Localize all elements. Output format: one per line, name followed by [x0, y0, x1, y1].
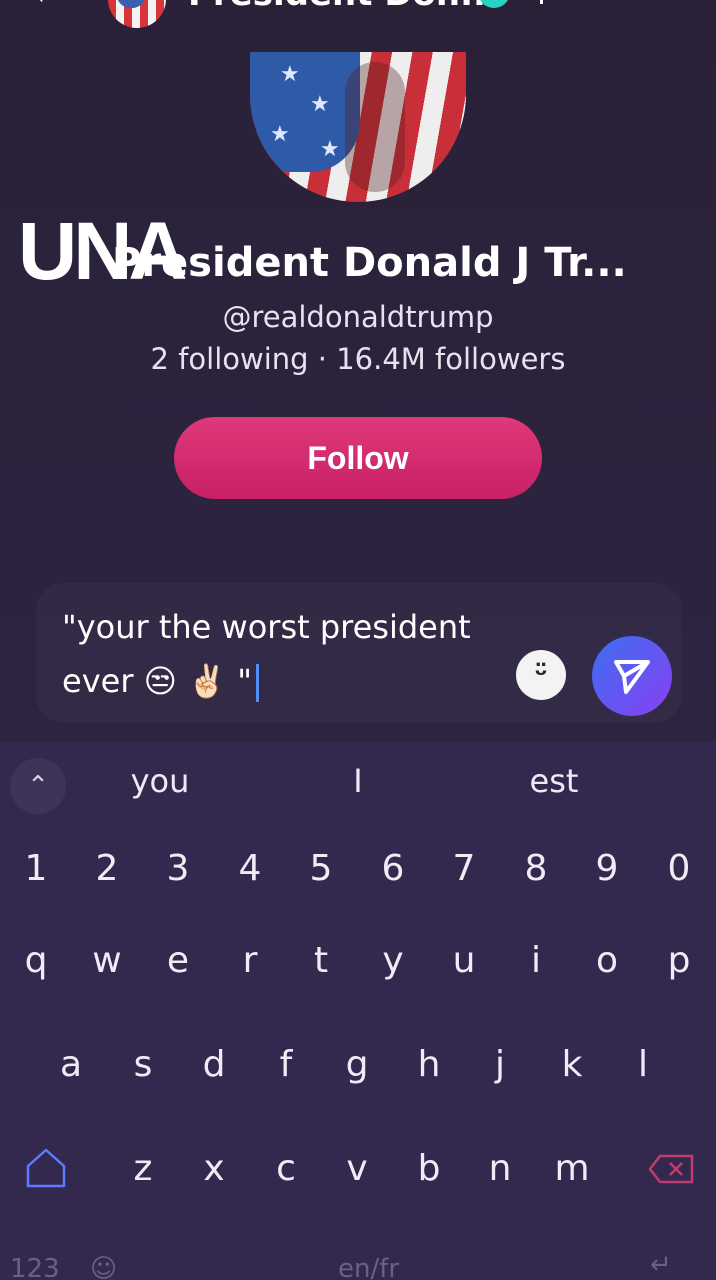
back-chevron-icon[interactable]: ‹ [30, 0, 70, 12]
suggestion-2[interactable]: I [298, 762, 418, 800]
message-line-1: "your the worst president [62, 608, 471, 646]
header-menu-icon[interactable] [540, 0, 600, 4]
header-avatar [108, 0, 166, 28]
emoji-keyboard-icon[interactable]: ☺ [90, 1254, 117, 1280]
message-input[interactable]: "your the worst president ever 😒 ✌🏻 " [62, 600, 502, 708]
key-l[interactable]: l [613, 1044, 673, 1085]
text-cursor [255, 664, 259, 702]
star-icon: ★ [320, 137, 340, 162]
suggestion-3[interactable]: est [494, 762, 614, 800]
key-y[interactable]: y [363, 940, 423, 981]
keyboard-bottom-row: 123 ☺ en/fr ↵ [0, 1242, 716, 1280]
follow-stats: 2 following · 16.4M followers [150, 342, 566, 376]
face-shading [345, 62, 405, 192]
key-j[interactable]: j [470, 1044, 530, 1085]
key-g[interactable]: g [327, 1044, 387, 1085]
key-f[interactable]: f [256, 1044, 316, 1085]
key-h[interactable]: h [399, 1044, 459, 1085]
profile-handle: @realdonaldtrump [222, 300, 494, 334]
star-icon: ★ [270, 122, 290, 147]
backspace-icon[interactable] [648, 1154, 694, 1184]
overlay-text: UNA [18, 206, 188, 297]
key-r[interactable]: r [220, 940, 280, 981]
key-p[interactable]: p [649, 940, 709, 981]
key-c[interactable]: c [256, 1148, 316, 1189]
key-8[interactable]: 8 [506, 848, 566, 889]
star-field: ★ ★ ★ ★ [250, 52, 360, 172]
follow-button[interactable]: Follow [174, 417, 542, 499]
key-k[interactable]: k [542, 1044, 602, 1085]
key-u[interactable]: u [434, 940, 494, 981]
numbers-toggle[interactable]: 123 [10, 1254, 60, 1280]
key-2[interactable]: 2 [77, 848, 137, 889]
star-icon: ★ [280, 62, 300, 87]
suggestion-expand-icon[interactable]: ⌃ [10, 758, 66, 814]
key-v[interactable]: v [327, 1148, 387, 1189]
key-n[interactable]: n [470, 1148, 530, 1189]
key-x[interactable]: x [184, 1148, 244, 1189]
key-5[interactable]: 5 [291, 848, 351, 889]
profile-avatar: ★ ★ ★ ★ [250, 52, 466, 202]
key-4[interactable]: 4 [220, 848, 280, 889]
key-1[interactable]: 1 [6, 848, 66, 889]
send-arrow-icon [614, 660, 650, 694]
key-7[interactable]: 7 [434, 848, 494, 889]
key-3[interactable]: 3 [148, 848, 208, 889]
key-b[interactable]: b [399, 1148, 459, 1189]
send-button[interactable] [592, 636, 672, 716]
language-label[interactable]: en/fr [338, 1254, 399, 1280]
key-w[interactable]: w [77, 940, 137, 981]
keyboard: ⌃ you I est 1 2 3 4 5 6 7 8 9 0 q w e r … [0, 742, 716, 1280]
key-0[interactable]: 0 [649, 848, 709, 889]
wink-emoji-icon[interactable]: ᵕ̈ [516, 650, 566, 700]
suggestion-1[interactable]: you [100, 762, 220, 800]
message-line-2: ever 😒 ✌🏻 " [62, 662, 252, 700]
key-i[interactable]: i [506, 940, 566, 981]
profile-screen: ‹ President Don... ★ ★ ★ ★ President Don… [0, 0, 716, 1280]
top-bar: ‹ President Don... [0, 0, 716, 28]
key-d[interactable]: d [184, 1044, 244, 1085]
enter-icon[interactable]: ↵ [650, 1250, 672, 1280]
star-icon: ★ [310, 92, 330, 117]
key-q[interactable]: q [6, 940, 66, 981]
key-o[interactable]: o [577, 940, 637, 981]
header-title: President Don... [188, 0, 499, 14]
key-z[interactable]: z [113, 1148, 173, 1189]
key-t[interactable]: t [291, 940, 351, 981]
key-m[interactable]: m [542, 1148, 602, 1189]
key-6[interactable]: 6 [363, 848, 423, 889]
key-s[interactable]: s [113, 1044, 173, 1085]
profile-name: President Donald J Tr... [112, 240, 627, 286]
shift-icon[interactable] [24, 1146, 68, 1190]
key-9[interactable]: 9 [577, 848, 637, 889]
key-a[interactable]: a [41, 1044, 101, 1085]
key-e[interactable]: e [148, 940, 208, 981]
